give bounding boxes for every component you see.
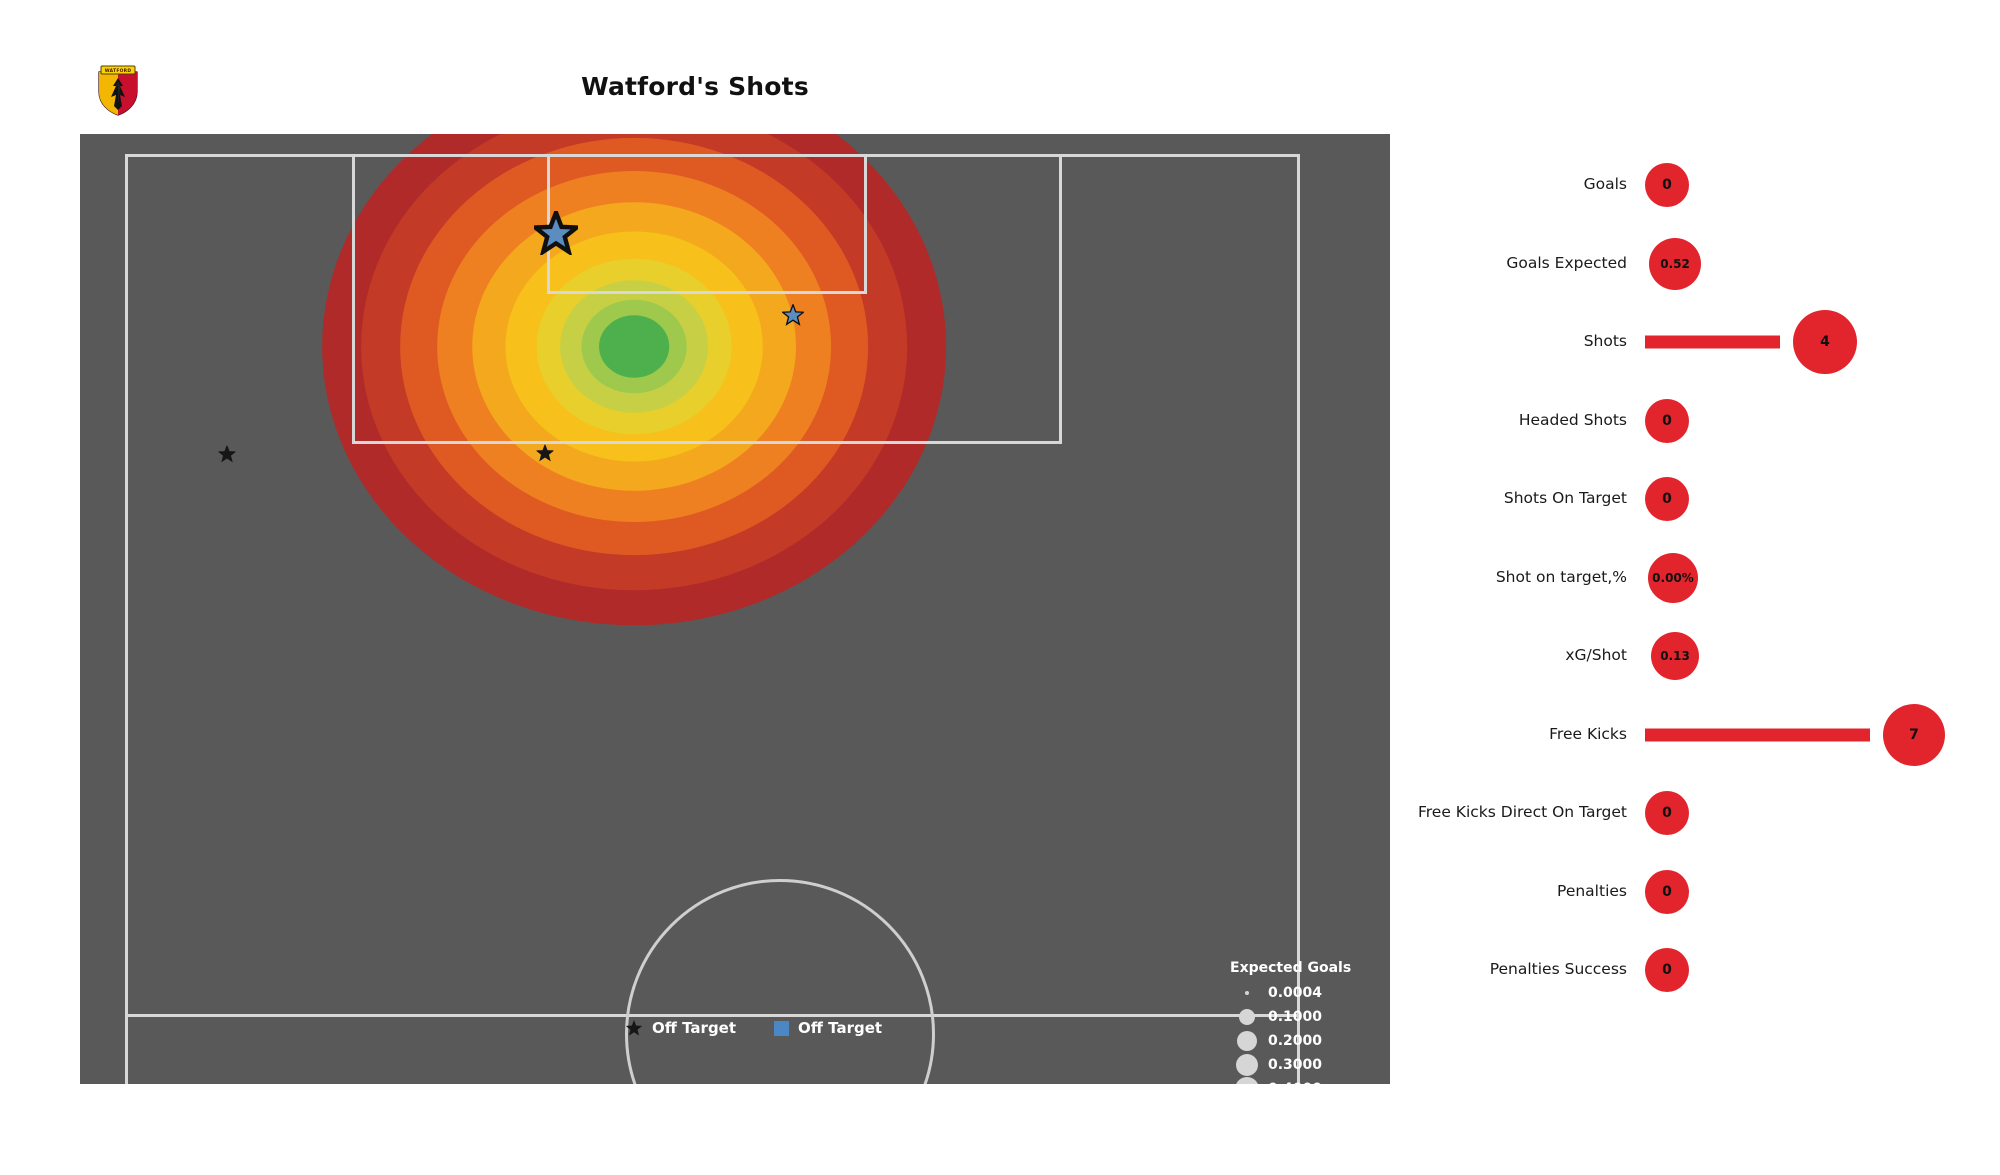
shot-marker[interactable]	[528, 206, 583, 257]
xg-legend-bubble	[1237, 1031, 1257, 1051]
legend-label-square: Off Target	[798, 1019, 883, 1037]
stat-row[interactable]: xG/Shot 0.13	[1400, 613, 2000, 699]
header: WATFORD Watford's Shots	[0, 0, 1390, 130]
xg-legend-row: 0.2000	[1230, 1029, 1365, 1053]
stat-plot: 0	[1645, 770, 1985, 856]
stat-plot: 0	[1645, 456, 1985, 542]
stat-row[interactable]: Shots 4	[1400, 299, 2000, 385]
xg-legend-bubble-cell	[1230, 991, 1264, 995]
xg-legend-value: 0.1000	[1268, 1009, 1323, 1025]
star-icon	[780, 303, 805, 327]
stat-bubble[interactable]: 0	[1645, 163, 1689, 207]
stat-row[interactable]: Shots On Target 0	[1400, 456, 2000, 542]
xg-legend-bubble	[1245, 991, 1249, 995]
stat-bubble[interactable]: 0	[1645, 398, 1689, 443]
stat-bubble[interactable]: 0.00%	[1648, 552, 1698, 603]
xg-legend-bubble	[1236, 1054, 1258, 1076]
page-title: Watford's Shots	[581, 72, 809, 101]
star-icon	[528, 206, 583, 257]
star-icon	[217, 444, 237, 463]
marker-legend: Off Target Off Target	[625, 1019, 882, 1037]
stat-label: Free Kicks Direct On Target	[1417, 803, 1627, 822]
stat-row[interactable]: Penalties 0	[1400, 849, 2000, 935]
stat-plot: 0	[1645, 378, 1985, 464]
xg-legend-row: 0.3000	[1230, 1053, 1365, 1077]
xg-legend-row: 0.0004	[1230, 981, 1365, 1005]
stat-plot: 0	[1645, 849, 1985, 935]
xg-legend-row: 0.4000	[1230, 1077, 1365, 1084]
stat-label: xG/Shot	[1565, 646, 1627, 665]
xg-legend-value: 0.2000	[1268, 1033, 1323, 1049]
stat-bubble[interactable]: 0	[1645, 948, 1689, 992]
expected-goals-legend: Expected Goals 0.0004 0.1000 0.2000 0.3000 0…	[1230, 960, 1365, 1084]
legend-label-star: Off Target	[652, 1019, 737, 1037]
stat-label: Goals	[1583, 175, 1627, 194]
shot-marker[interactable]	[780, 303, 805, 327]
stat-plot: 7	[1645, 692, 1985, 778]
stat-row[interactable]: Headed Shots 0	[1400, 378, 2000, 464]
stat-stem	[1645, 728, 1870, 741]
stat-label: Shots	[1583, 332, 1627, 351]
xg-legend-bubble	[1235, 1077, 1259, 1084]
stat-plot: 0.00%	[1645, 535, 1985, 621]
stat-row[interactable]: Penalties Success 0	[1400, 927, 2000, 1013]
six-yard-box	[547, 154, 867, 294]
xg-legend-bubble-cell	[1230, 1031, 1264, 1051]
stat-label: Headed Shots	[1518, 410, 1627, 429]
pitch-canvas: Off Target Off Target Expected Goals 0.0…	[80, 134, 1390, 1084]
stat-bubble[interactable]: 4	[1793, 310, 1857, 374]
shot-marker[interactable]	[535, 443, 555, 462]
stat-plot: 0.13	[1645, 613, 1985, 699]
xg-legend-value: 0.4000	[1268, 1081, 1322, 1084]
star-icon	[625, 1020, 643, 1036]
stat-plot: 0.52	[1645, 221, 1985, 307]
xg-legend-bubble-cell	[1230, 1077, 1264, 1084]
stat-bubble[interactable]: 0	[1645, 791, 1689, 835]
stat-plot: 0	[1645, 927, 1985, 1013]
square-icon	[774, 1020, 790, 1036]
stat-label: Free Kicks	[1549, 724, 1627, 743]
xg-legend-bubble-cell	[1230, 1054, 1264, 1076]
stat-bubble[interactable]: 0	[1645, 869, 1689, 914]
stat-row[interactable]: Free Kicks Direct On Target 0	[1400, 770, 2000, 856]
xg-legend-value: 0.3000	[1268, 1057, 1323, 1073]
stat-plot: 4	[1645, 299, 1985, 385]
stat-row[interactable]: Goals 0	[1400, 142, 2000, 228]
expected-goals-legend-title: Expected Goals	[1230, 960, 1352, 976]
stat-label: Penalties Success	[1489, 960, 1627, 979]
stat-row[interactable]: Free Kicks 7	[1400, 692, 2000, 778]
shot-marker[interactable]	[217, 444, 237, 463]
stats-panel: Goals 0 Goals Expected 0.52 Shots 4 Headed Sho…	[1400, 134, 2000, 1084]
stat-bubble[interactable]: 0.13	[1651, 632, 1699, 680]
stat-label: Shot on target,%	[1495, 567, 1627, 586]
star-icon	[535, 443, 555, 462]
xg-legend-row: 0.1000	[1230, 1005, 1365, 1029]
xg-legend-bubble-cell	[1230, 1009, 1264, 1025]
stat-bubble[interactable]: 0.52	[1649, 237, 1701, 290]
stat-row[interactable]: Shot on target,% 0.00%	[1400, 535, 2000, 621]
stat-row[interactable]: Goals Expected 0.52	[1400, 221, 2000, 307]
stat-label: Shots On Target	[1503, 489, 1627, 508]
xg-legend-value: 0.0004	[1268, 985, 1323, 1001]
stat-label: Goals Expected	[1506, 253, 1627, 272]
stat-bubble[interactable]: 7	[1883, 703, 1945, 766]
stat-label: Penalties	[1557, 881, 1627, 900]
stat-plot: 0	[1645, 142, 1985, 228]
stat-bubble[interactable]: 0	[1645, 477, 1689, 521]
stat-stem	[1645, 335, 1780, 349]
xg-legend-bubble	[1239, 1009, 1255, 1025]
legend-item-off-target-star: Off Target	[625, 1019, 736, 1037]
legend-item-off-target-square: Off Target	[774, 1019, 882, 1037]
